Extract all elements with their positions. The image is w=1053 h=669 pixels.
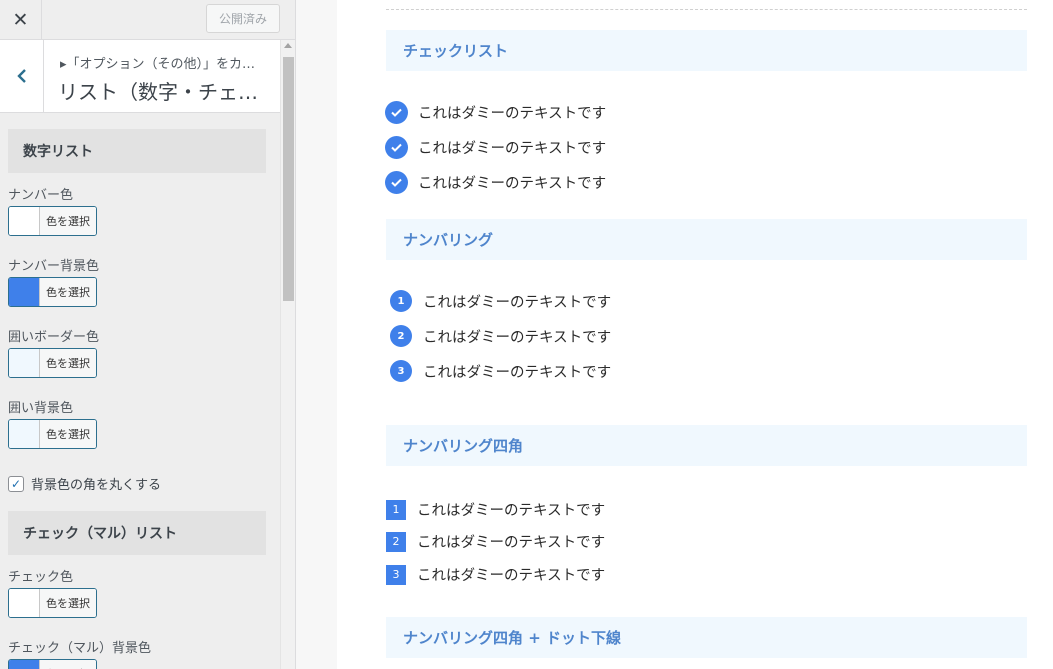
color-swatch [9, 207, 40, 235]
number-circle: 3 [390, 360, 412, 382]
color-swatch [9, 278, 40, 306]
heading-numbering-square: ナンバリング四角 [386, 425, 1027, 466]
rounded-corners-checkbox-row[interactable]: ✓ 背景色の角を丸くする [8, 474, 161, 493]
list-item: 3 これはダミーのテキストです [386, 564, 605, 585]
number-square: 2 [386, 531, 406, 552]
scroll-up-arrow-icon[interactable] [284, 43, 292, 48]
list-item-text: これはダミーのテキストです [417, 503, 606, 519]
publish-button[interactable]: 公開済み [206, 4, 280, 33]
color-picker-label: 色を選択 [40, 589, 96, 617]
list-item: 2 これはダミーのテキストです [386, 531, 605, 552]
color-swatch [9, 660, 40, 669]
number-circle: 2 [390, 325, 412, 347]
section-header: ▸「オプション（その他）」をカ… リスト（数字・チェ… [0, 40, 280, 113]
number-bg-color-label: ナンバー背景色 [8, 259, 100, 274]
border-color-picker-button[interactable]: 色を選択 [8, 348, 97, 378]
checkbox-label: 背景色の角を丸くする [31, 478, 162, 493]
list-item-text: これはダミーのテキストです [417, 568, 606, 584]
list-item-text: これはダミーのテキストです [423, 294, 612, 311]
list-item: これはダミーのテキストです [385, 101, 606, 124]
color-picker-label: 色を選択 [40, 207, 96, 235]
close-icon: ✕ [12, 9, 29, 31]
heading-numbering: ナンバリング [386, 219, 1027, 260]
color-picker-label: 色を選択 [40, 278, 96, 306]
number-bg-color-picker-button[interactable]: 色を選択 [8, 277, 97, 307]
checkmark-icon: ✓ [10, 476, 22, 491]
number-square: 1 [386, 499, 406, 520]
list-item: 1 これはダミーのテキストです [386, 499, 605, 520]
number-color-picker-button[interactable]: 色を選択 [8, 206, 97, 236]
site-preview: チェックリスト これはダミーのテキストです これはダミーのテキストです これはダ… [296, 0, 1053, 669]
number-circle: 1 [390, 290, 412, 312]
list-item-text: これはダミーのテキストです [417, 535, 606, 551]
panel-scrollbar[interactable] [280, 40, 295, 669]
back-button[interactable] [0, 40, 44, 112]
chevron-left-icon [16, 69, 26, 83]
breadcrumb: ▸「オプション（その他）」をカ… [60, 57, 256, 72]
group-heading-check-list: チェック（マル）リスト [8, 511, 266, 555]
list-item-text: これはダミーのテキストです [423, 329, 612, 346]
color-picker-label: 色を選択 [40, 660, 96, 669]
number-square: 3 [386, 564, 406, 585]
customizer-panel: ✕ 公開済み ▸「オプション（その他）」をカ… リスト（数字・チェ… 数字リスト… [0, 0, 296, 669]
check-bg-color-picker-button[interactable]: 色を選択 [8, 659, 97, 669]
color-swatch [9, 420, 40, 448]
list-item-text: これはダミーのテキストです [418, 176, 607, 192]
color-swatch [9, 589, 40, 617]
preview-gutter [296, 0, 337, 669]
enclosure-bg-color-picker-button[interactable]: 色を選択 [8, 419, 97, 449]
color-picker-label: 色を選択 [40, 349, 96, 377]
list-item: 3 これはダミーのテキストです [390, 360, 611, 382]
enclosure-bg-color-label: 囲い背景色 [8, 401, 74, 416]
customizer-topbar: ✕ 公開済み [0, 0, 295, 40]
list-item-text: これはダミーのテキストです [423, 364, 612, 381]
list-item: 1 これはダミーのテキストです [390, 290, 611, 312]
list-item: これはダミーのテキストです [385, 171, 606, 194]
check-bg-color-label: チェック（マル）背景色 [8, 641, 152, 656]
scrollbar-thumb[interactable] [283, 57, 294, 301]
close-customizer-button[interactable]: ✕ [0, 0, 42, 40]
dashed-divider [386, 9, 1027, 10]
list-item-text: これはダミーのテキストです [418, 141, 607, 157]
list-item: 2 これはダミーのテキストです [390, 325, 611, 347]
rounded-corners-checkbox[interactable]: ✓ [8, 475, 24, 492]
color-picker-label: 色を選択 [40, 420, 96, 448]
color-swatch [9, 349, 40, 377]
check-color-label: チェック色 [8, 570, 74, 585]
group-heading-number-list: 数字リスト [8, 129, 266, 173]
number-color-label: ナンバー色 [8, 188, 74, 203]
section-title: リスト（数字・チェ… [58, 80, 258, 104]
list-item-text: これはダミーのテキストです [418, 106, 607, 122]
list-item: これはダミーのテキストです [385, 136, 606, 159]
border-color-label: 囲いボーダー色 [8, 330, 100, 345]
heading-check-list: チェックリスト [386, 30, 1027, 71]
check-circle-icon [385, 136, 408, 159]
check-color-picker-button[interactable]: 色を選択 [8, 588, 97, 618]
heading-numbering-square-dotted: ナンバリング四角 + ドット下線 [386, 617, 1027, 658]
check-circle-icon [385, 171, 408, 194]
check-circle-icon [385, 101, 408, 124]
